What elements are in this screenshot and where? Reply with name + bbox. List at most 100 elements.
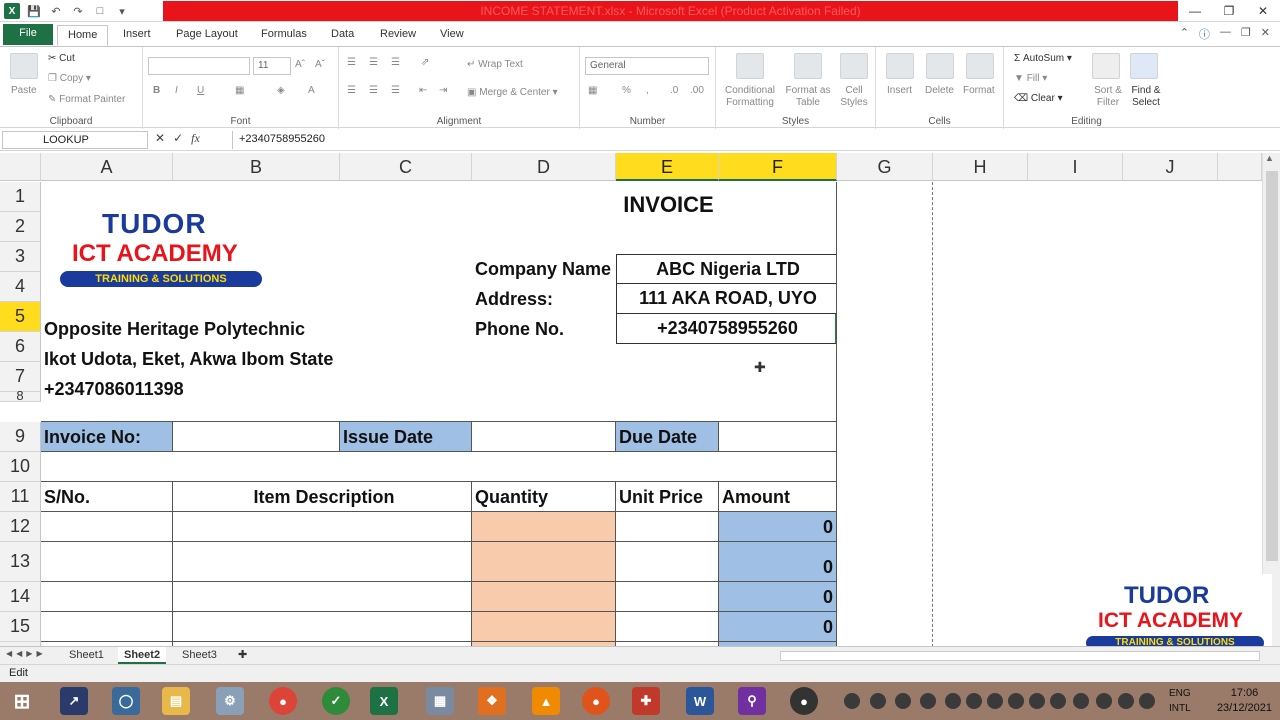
taskbar-app-4-icon[interactable]: ⚙ — [216, 687, 244, 715]
due-date-value[interactable] — [719, 422, 837, 452]
new-sheet-icon[interactable]: ✚ — [232, 647, 253, 664]
row-header-6[interactable]: 6 — [0, 332, 41, 362]
sheet-tab-3[interactable]: Sheet3 — [176, 647, 223, 664]
tab-view[interactable]: View — [430, 25, 474, 46]
sort-filter-button[interactable]: Sort & Filter — [1088, 85, 1128, 109]
tab-formulas[interactable]: Formulas — [251, 25, 317, 46]
tray-icon-2[interactable] — [870, 693, 886, 709]
quantity-column-fill[interactable] — [472, 512, 616, 646]
delete-cells-button[interactable]: Delete — [925, 85, 954, 96]
format-as-table-icon[interactable] — [794, 53, 822, 79]
column-header-k[interactable] — [1218, 153, 1262, 181]
firefox-icon[interactable]: ● — [582, 687, 610, 715]
decrease-decimal-icon[interactable]: .00 — [690, 85, 704, 96]
taskbar-app-1-icon[interactable]: ↗ — [60, 687, 88, 715]
amount-row-12[interactable]: 0 — [719, 512, 837, 542]
row-header-2[interactable]: 2 — [0, 212, 41, 242]
column-header-d[interactable]: D — [472, 153, 616, 181]
sheet-tab-2[interactable]: Sheet2 — [118, 647, 167, 664]
row-header-4[interactable]: 4 — [0, 272, 41, 302]
save-icon[interactable]: 💾 — [26, 3, 42, 19]
cell-styles-button[interactable]: Cell Styles — [834, 85, 874, 109]
tray-icon-13[interactable] — [1118, 693, 1134, 709]
row-header-1[interactable]: 1 — [0, 182, 41, 212]
underline-button[interactable]: U — [197, 85, 204, 96]
tab-home[interactable]: Home — [57, 25, 109, 46]
taskbar-app-12-icon[interactable]: ✚ — [632, 687, 660, 715]
row-header-11[interactable]: 11 — [0, 482, 41, 512]
clear-button[interactable]: ⌫ Clear ▾ — [1014, 93, 1063, 104]
orientation-icon[interactable]: ⇗ — [421, 57, 429, 68]
increase-decimal-icon[interactable]: .0 — [670, 85, 678, 96]
chrome-icon[interactable]: ● — [269, 687, 297, 715]
amount-row-15[interactable]: 0 — [719, 612, 837, 642]
number-format-combo[interactable]: General — [585, 57, 709, 75]
restore-button[interactable]: ❐ — [1212, 0, 1246, 21]
close-button[interactable]: ✕ — [1246, 0, 1280, 21]
windows-start-icon[interactable]: ⊞ — [8, 687, 36, 715]
delete-cells-icon[interactable] — [926, 53, 954, 79]
issue-date-value[interactable] — [472, 422, 616, 452]
paste-button[interactable]: Paste — [11, 85, 37, 96]
column-header-g[interactable]: G — [837, 153, 933, 181]
align-middle-icon[interactable]: ☰ — [369, 57, 378, 68]
tray-icon-4[interactable] — [920, 693, 936, 709]
format-cells-icon[interactable] — [966, 53, 994, 79]
insert-function-icon[interactable]: fx — [191, 131, 200, 146]
align-left-icon[interactable]: ☰ — [347, 85, 356, 96]
fill-button[interactable]: ▼ Fill ▾ — [1014, 73, 1047, 84]
conditional-formatting-icon[interactable] — [736, 53, 764, 79]
phone-value-active-cell[interactable]: +2340758955260 — [616, 314, 837, 344]
horizontal-scrollbar[interactable] — [780, 651, 1260, 661]
comma-button[interactable]: , — [646, 85, 649, 96]
row-header-8[interactable]: 8 — [0, 389, 41, 402]
word-icon[interactable]: W — [686, 687, 714, 715]
calculator-icon[interactable]: ▦ — [426, 687, 454, 715]
tray-icon-12[interactable] — [1096, 693, 1112, 709]
tray-icon-11[interactable] — [1073, 693, 1089, 709]
italic-button[interactable]: I — [175, 85, 178, 96]
insert-cells-icon[interactable] — [886, 53, 914, 79]
vertical-scrollbar[interactable]: ▲ — [1262, 153, 1280, 646]
tray-icon-1[interactable] — [844, 693, 860, 709]
row-header-14[interactable]: 14 — [0, 582, 41, 612]
sheet-tab-1[interactable]: Sheet1 — [63, 647, 110, 664]
vlc-icon[interactable]: ▲ — [532, 687, 560, 715]
autosum-button[interactable]: Σ AutoSum ▾ — [1014, 53, 1072, 64]
redo-icon[interactable]: ↷ — [70, 3, 86, 19]
align-top-icon[interactable]: ☰ — [347, 57, 356, 68]
column-header-j[interactable]: J — [1123, 153, 1218, 181]
taskbar-app-6-icon[interactable]: ✓ — [322, 687, 350, 715]
name-box[interactable]: LOOKUP — [2, 131, 148, 149]
tab-page-layout[interactable]: Page Layout — [166, 25, 248, 46]
confirm-entry-icon[interactable]: ✓ — [173, 131, 183, 146]
sheet-nav-icons[interactable]: ◀◀▶▶ — [6, 649, 47, 658]
address-value[interactable]: 111 AKA ROAD, UYO — [616, 284, 837, 314]
tray-icon-5[interactable] — [945, 693, 961, 709]
customize-qat-icon[interactable]: ▾ — [114, 3, 130, 19]
fill-color-icon[interactable]: ◈ — [277, 85, 285, 96]
row-header-13[interactable]: 13 — [0, 542, 41, 582]
cut-button[interactable]: ✂ Cut — [48, 53, 75, 64]
insert-cells-button[interactable]: Insert — [887, 85, 912, 96]
worksheet-grid[interactable]: A B C D E F G H I J 1 2 3 4 5 6 7 8 9 10… — [0, 153, 1262, 646]
workbook-restore-icon[interactable]: ❐ — [1241, 26, 1251, 42]
invoice-no-value[interactable] — [173, 422, 340, 452]
align-center-icon[interactable]: ☰ — [369, 85, 378, 96]
column-header-h[interactable]: H — [933, 153, 1028, 181]
column-header-f[interactable]: F — [719, 153, 837, 181]
wrap-text-button[interactable]: ↵ Wrap Text — [467, 59, 523, 70]
taskbar-app-2-icon[interactable]: ◯ — [112, 687, 140, 715]
row-header-9[interactable]: 9 — [0, 422, 41, 452]
bold-button[interactable]: B — [153, 85, 160, 96]
increase-indent-icon[interactable]: ⇥ — [439, 85, 447, 96]
font-name-combo[interactable] — [148, 57, 250, 75]
workbook-close-icon[interactable]: ✕ — [1261, 26, 1270, 42]
column-header-a[interactable]: A — [41, 153, 173, 181]
format-painter-button[interactable]: ✎ Format Painter — [48, 94, 125, 105]
tray-icon-10[interactable] — [1050, 693, 1066, 709]
tray-icon-3[interactable] — [895, 693, 911, 709]
tray-icon-9[interactable] — [1029, 693, 1045, 709]
font-size-combo[interactable]: 11 — [253, 57, 291, 75]
percent-button[interactable]: % — [622, 85, 631, 96]
